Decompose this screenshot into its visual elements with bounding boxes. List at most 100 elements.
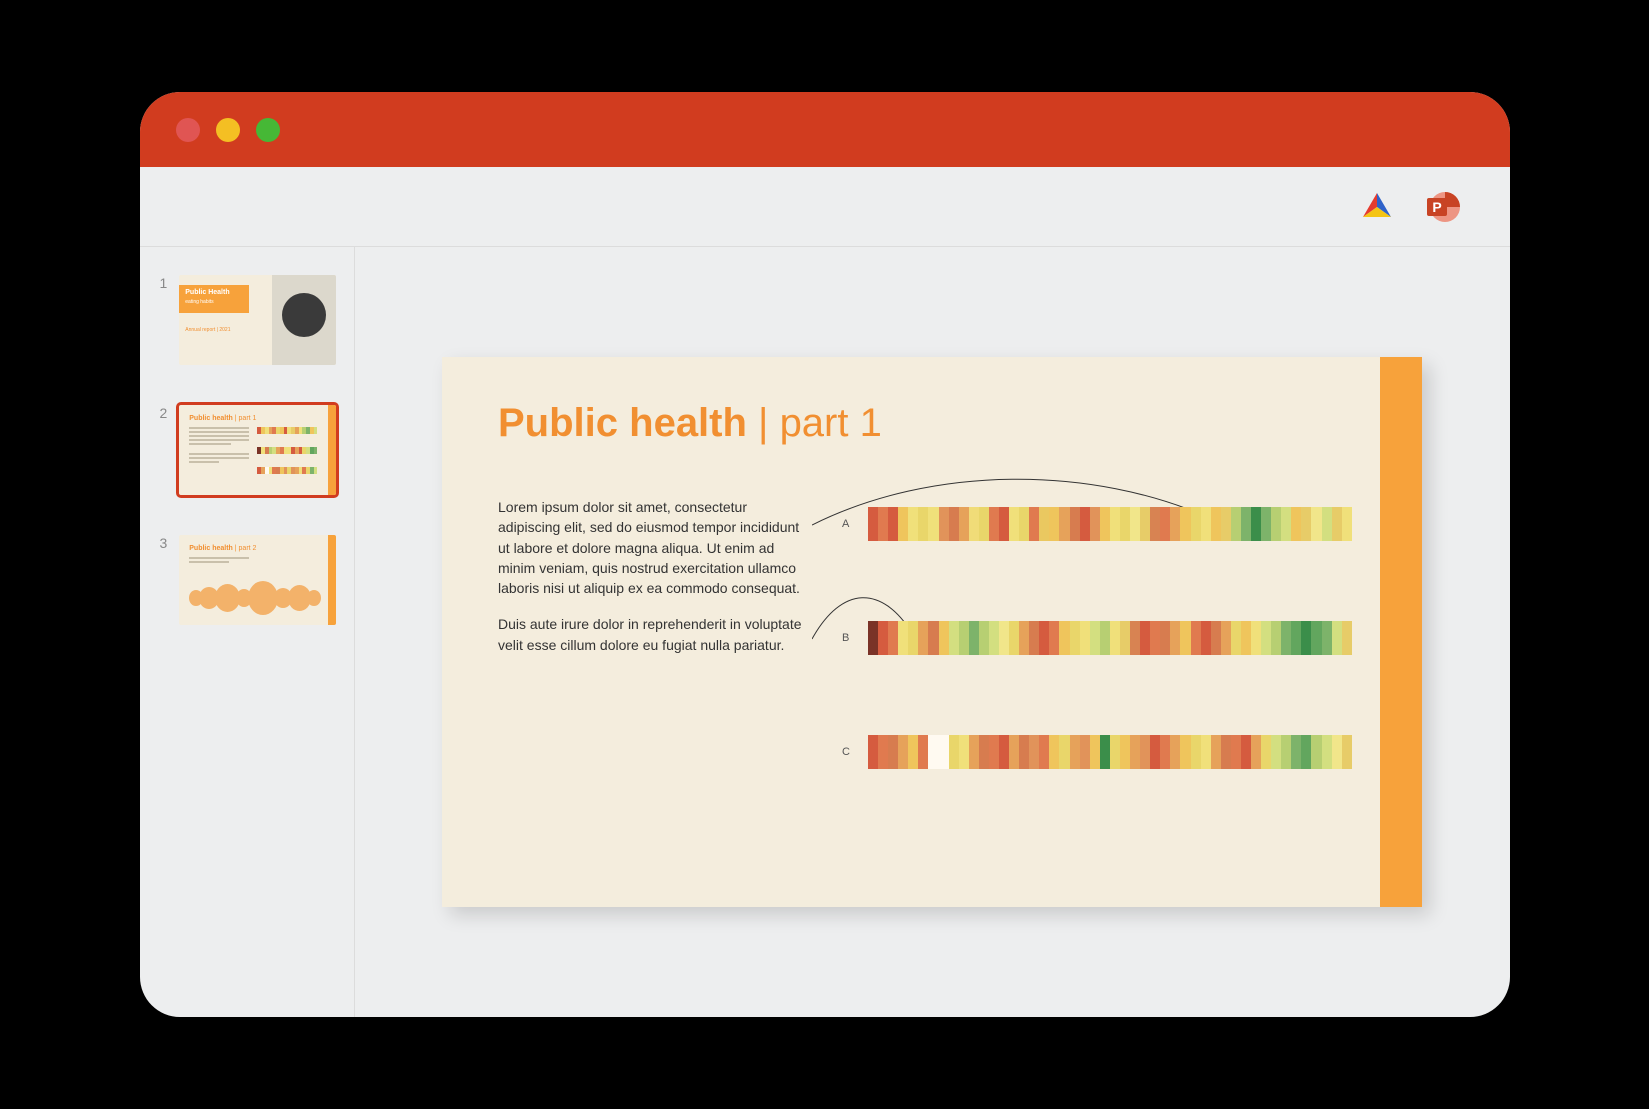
heatmap-segment bbox=[1211, 507, 1221, 541]
close-window-button[interactable] bbox=[176, 118, 200, 142]
heatmap-segment bbox=[1231, 735, 1241, 769]
heatmap-segment bbox=[1241, 507, 1251, 541]
main-area: 1 Public Health eating habits Annual rep… bbox=[140, 247, 1510, 1017]
heatmap-segment bbox=[868, 735, 878, 769]
slide-paragraph-1: Lorem ipsum dolor sit amet, consectetur … bbox=[498, 497, 808, 598]
thumbnail-row: 1 Public Health eating habits Annual rep… bbox=[158, 275, 336, 365]
heatmap-segment bbox=[1271, 507, 1281, 541]
slide-thumbnail-2[interactable]: Public health | part 1 bbox=[179, 405, 335, 495]
heatmap-segment bbox=[1039, 621, 1049, 655]
current-slide[interactable]: Public health | part 1 Lorem ipsum dolor… bbox=[442, 357, 1422, 907]
heatmap-segment bbox=[1170, 507, 1180, 541]
slide-thumbnail-3[interactable]: Public health | part 2 bbox=[179, 535, 335, 625]
heatmap-segment bbox=[1251, 735, 1261, 769]
heatmap-segment bbox=[979, 507, 989, 541]
heatmap-segment bbox=[1170, 735, 1180, 769]
heatmap-segment bbox=[959, 507, 969, 541]
thumb1-subtitle: eating habits bbox=[185, 299, 213, 305]
heatmap-segment bbox=[1261, 507, 1271, 541]
heatmap-segment bbox=[868, 621, 878, 655]
powerpoint-icon[interactable]: P bbox=[1424, 188, 1462, 226]
slide-accent-bar bbox=[1380, 357, 1422, 907]
thumbnail-number[interactable]: 3 bbox=[158, 535, 168, 551]
heatmap-segment bbox=[1191, 735, 1201, 769]
heatmap-segment bbox=[979, 621, 989, 655]
heatmap-segment bbox=[1160, 507, 1170, 541]
heatmap-segment bbox=[1070, 507, 1080, 541]
heatmap-segment bbox=[1332, 507, 1342, 541]
slide-title: Public health | part 1 bbox=[498, 401, 882, 446]
heatmap-segment bbox=[999, 735, 1009, 769]
heatmap-segment bbox=[1261, 621, 1271, 655]
heatmap-segment bbox=[949, 735, 959, 769]
heatmap-segment bbox=[939, 735, 949, 769]
heatmap-segment bbox=[979, 735, 989, 769]
heatmap-segment bbox=[918, 621, 928, 655]
heatmap-segment bbox=[1080, 735, 1090, 769]
heatmap-segment bbox=[1241, 735, 1251, 769]
heatmap-segment bbox=[878, 735, 888, 769]
heatmap-segment bbox=[989, 621, 999, 655]
app-window: P 1 Public Health eating habits Annual r… bbox=[140, 92, 1510, 1017]
heatmap-segment bbox=[1070, 735, 1080, 769]
heatmap-segment bbox=[1231, 621, 1241, 655]
heatmap-segment bbox=[908, 735, 918, 769]
heatmap-segment bbox=[1221, 621, 1231, 655]
heatmap-segment bbox=[1281, 735, 1291, 769]
heatmap-segment bbox=[898, 621, 908, 655]
heatmap-segment bbox=[1029, 507, 1039, 541]
heatmap-segment bbox=[1191, 507, 1201, 541]
slide-thumbnail-1[interactable]: Public Health eating habits Annual repor… bbox=[179, 275, 335, 365]
heatmap-segment bbox=[1332, 735, 1342, 769]
heatmap-segment bbox=[969, 621, 979, 655]
heatmap-segment bbox=[1049, 735, 1059, 769]
heatmap-segment bbox=[1110, 507, 1120, 541]
thumb3-line bbox=[189, 561, 229, 563]
heatmap-segment bbox=[918, 735, 928, 769]
heatmap-segment bbox=[1130, 621, 1140, 655]
thumbnail-number[interactable]: 1 bbox=[158, 275, 168, 291]
heatmap-segment bbox=[999, 621, 1009, 655]
heatmap-segment bbox=[1009, 507, 1019, 541]
heatmap-segment bbox=[1180, 735, 1190, 769]
heatmap-segment bbox=[1221, 507, 1231, 541]
svg-text:P: P bbox=[1432, 199, 1441, 215]
heatmap-segment bbox=[959, 735, 969, 769]
heatmap-strip-a bbox=[868, 507, 1352, 541]
play-triangle-icon[interactable] bbox=[1358, 188, 1396, 226]
heatmap-segment bbox=[1110, 621, 1120, 655]
thumb2-paragraph bbox=[189, 427, 249, 467]
heatmap-segment bbox=[1301, 735, 1311, 769]
minimize-window-button[interactable] bbox=[216, 118, 240, 142]
heatmap-segment bbox=[1271, 621, 1281, 655]
slide-title-bold: Public health bbox=[498, 401, 747, 445]
heatmap-segment bbox=[939, 507, 949, 541]
heatmap-row-c: C bbox=[842, 735, 1352, 769]
heatmap-segment bbox=[1140, 507, 1150, 541]
heatmap-segment bbox=[1140, 621, 1150, 655]
heatmap-segment bbox=[928, 621, 938, 655]
heatmap-segment bbox=[939, 621, 949, 655]
heatmap-segment bbox=[1009, 621, 1019, 655]
toolbar: P bbox=[140, 167, 1510, 247]
heatmap-segment bbox=[888, 621, 898, 655]
heatmap-segment bbox=[878, 507, 888, 541]
slide-title-separator: | bbox=[747, 401, 780, 445]
maximize-window-button[interactable] bbox=[256, 118, 280, 142]
heatmap-segment bbox=[908, 507, 918, 541]
heatmap-segment bbox=[1180, 621, 1190, 655]
slide-paragraph-2: Duis aute irure dolor in reprehenderit i… bbox=[498, 614, 808, 655]
heatmap-segment bbox=[1271, 735, 1281, 769]
heatmap-segment bbox=[1049, 621, 1059, 655]
heatmap-segment bbox=[1150, 735, 1160, 769]
heatmap-segment bbox=[918, 507, 928, 541]
slide-body-text: Lorem ipsum dolor sit amet, consectetur … bbox=[498, 497, 808, 655]
heatmap-segment bbox=[1211, 735, 1221, 769]
thumbnail-number[interactable]: 2 bbox=[158, 405, 168, 421]
thumb2-heat-c bbox=[257, 467, 317, 474]
heatmap-segment bbox=[1120, 507, 1130, 541]
heatmap-segment bbox=[1191, 621, 1201, 655]
heatmap-segment bbox=[1342, 507, 1352, 541]
heatmap-segment bbox=[1170, 621, 1180, 655]
heatmap-segment bbox=[1261, 735, 1271, 769]
